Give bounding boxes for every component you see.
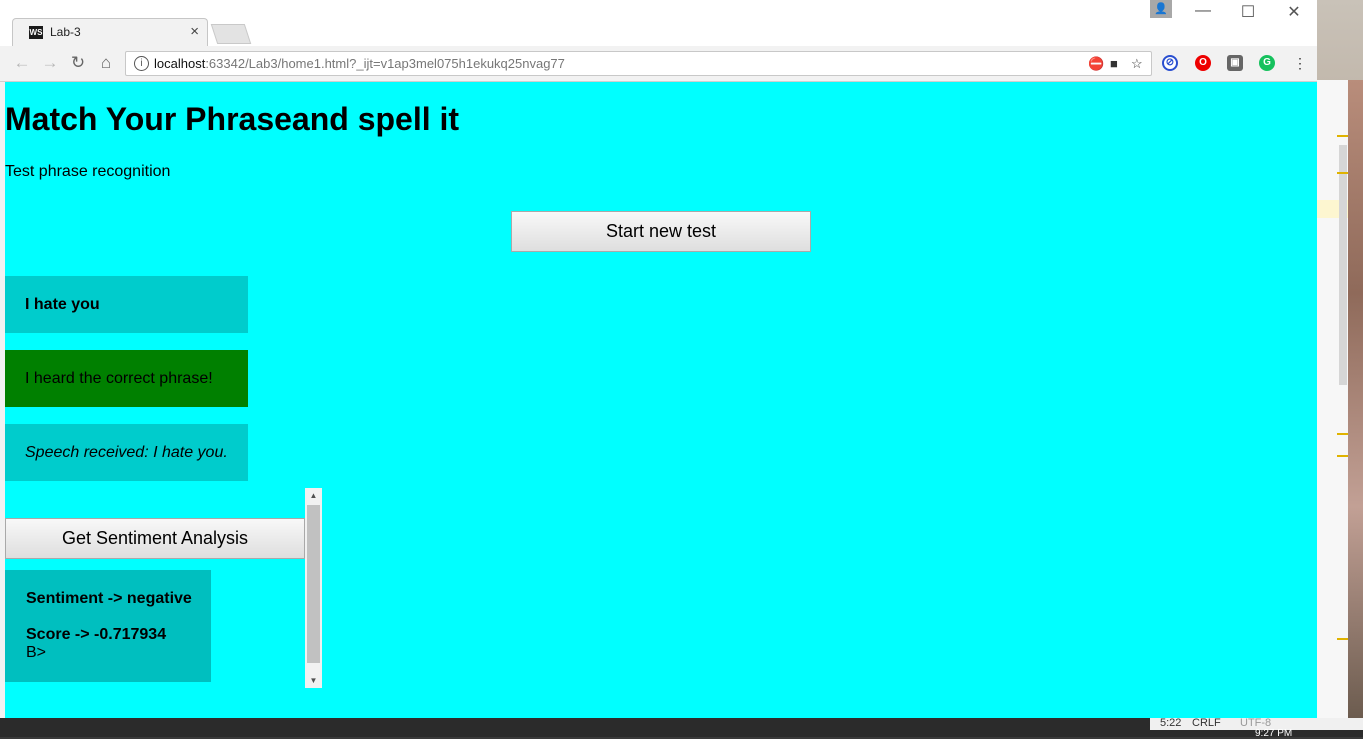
star-icon[interactable]: ☆ <box>1131 56 1143 72</box>
tab-close-icon[interactable]: × <box>190 23 199 40</box>
score-line: Score -> -0.717934 <box>26 626 167 643</box>
page-subtitle: Test phrase recognition <box>5 163 171 180</box>
result-panel: I heard the correct phrase! <box>5 350 248 407</box>
tab-lab3[interactable]: WS Lab-3 × <box>12 18 208 46</box>
camera-blocked-icon[interactable]: ⛔ <box>1088 56 1104 72</box>
wallpaper-tree <box>1348 80 1363 720</box>
menu-icon[interactable]: ⋮ <box>1288 55 1312 72</box>
minimize-button[interactable]: — <box>1180 2 1226 20</box>
back-icon[interactable]: ← <box>10 53 34 73</box>
background-desktop <box>1317 0 1363 737</box>
profile-icon[interactable]: 👤 <box>1150 0 1172 18</box>
reload-icon[interactable]: ↻ <box>66 53 90 73</box>
sentiment-line: Sentiment -> negative <box>26 590 192 607</box>
tab-title: Lab-3 <box>50 25 81 39</box>
sentiment-panel: Sentiment -> negative Score -> -0.717934… <box>5 570 211 682</box>
page-title: Match Your Phraseand spell it <box>5 101 460 137</box>
ide-cursor-position[interactable]: 5:22 <box>1160 717 1181 729</box>
taskbar-clock: 9:27 PM <box>1255 728 1293 739</box>
ide-line-ending[interactable]: CRLF <box>1192 717 1221 729</box>
forward-icon[interactable]: → <box>38 53 62 73</box>
page-viewport: Match Your Phraseand spell it Test phras… <box>5 82 1317 718</box>
tab-strip: WS Lab-3 × 👤 — ☐ ✕ <box>0 0 1317 46</box>
start-new-test-button[interactable]: Start new test <box>511 211 811 252</box>
extension-icon[interactable]: ▣ <box>1227 55 1243 71</box>
ide-scrollbar[interactable] <box>1339 145 1347 385</box>
maximize-button[interactable]: ☐ <box>1225 2 1271 22</box>
video-icon[interactable]: ■ <box>1110 56 1118 71</box>
info-icon[interactable]: i <box>134 56 149 71</box>
scroll-down-icon[interactable]: ▼ <box>305 673 322 688</box>
close-window-button[interactable]: ✕ <box>1271 2 1317 22</box>
grammar-extension-icon[interactable]: G <box>1259 55 1275 71</box>
scroll-up-icon[interactable]: ▲ <box>305 488 322 503</box>
get-sentiment-analysis-button[interactable]: Get Sentiment Analysis <box>5 518 305 559</box>
blocker-extension-icon[interactable]: ⊘ <box>1162 55 1178 71</box>
opera-extension-icon[interactable]: O <box>1195 55 1211 71</box>
home-icon[interactable]: ⌂ <box>94 53 118 73</box>
url-text[interactable]: localhost:63342/Lab3/home1.html?_ijt=v1a… <box>154 56 565 71</box>
browser-window: WS Lab-3 × 👤 — ☐ ✕ ← → ↻ ⌂ i localhost:6… <box>0 0 1317 718</box>
trailing-text: B> <box>26 644 47 661</box>
phrase-panel: I hate you <box>5 276 248 333</box>
new-tab-button[interactable] <box>210 24 252 44</box>
scroll-thumb[interactable] <box>307 505 320 663</box>
panel-scrollbar[interactable]: ▲ ▼ <box>305 488 322 688</box>
browser-toolbar: ← → ↻ ⌂ i localhost:63342/Lab3/home1.htm… <box>0 46 1317 82</box>
speech-panel: Speech received: I hate you. <box>5 424 248 481</box>
webstorm-favicon-icon: WS <box>29 26 43 39</box>
address-bar[interactable]: i localhost:63342/Lab3/home1.html?_ijt=v… <box>125 51 1152 76</box>
